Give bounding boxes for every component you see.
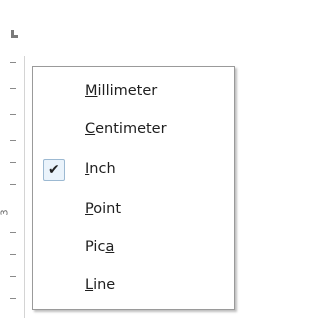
ruler-tick	[10, 62, 16, 63]
menu-item-label: Point	[85, 201, 121, 217]
ruler-tick	[10, 276, 16, 277]
label-rest: ine	[93, 277, 116, 293]
menu-item-centimeter[interactable]: Centimeter	[33, 113, 234, 149]
ruler-number: 3	[0, 209, 11, 216]
menu-item-pica[interactable]: Pica	[33, 231, 234, 267]
ruler-tick	[10, 184, 16, 185]
menu-item-label: Pica	[85, 239, 114, 255]
mnemonic: M	[85, 83, 98, 99]
label-rest: nch	[89, 161, 116, 177]
mnemonic: L	[85, 277, 94, 293]
ruler-tick	[10, 254, 16, 255]
menu-item-label: Centimeter	[85, 121, 167, 137]
check-icon-box: ✔	[43, 159, 65, 181]
menu-item-inch[interactable]: ✔ Inch	[33, 153, 234, 189]
label-rest: oint	[93, 201, 122, 217]
mnemonic: a	[105, 239, 115, 255]
ruler-tick	[10, 140, 16, 141]
menu-item-point[interactable]: Point	[33, 193, 234, 229]
menu-item-label: Millimeter	[85, 83, 157, 99]
mnemonic: C	[85, 121, 96, 137]
checkmark-icon: ✔	[48, 162, 60, 178]
ruler-tick	[10, 114, 16, 115]
mnemonic: P	[85, 201, 94, 217]
units-context-menu: Millimeter Centimeter ✔ Inch Point Pica …	[32, 66, 235, 310]
vertical-ruler: 3	[0, 56, 25, 318]
menu-item-label: Inch	[85, 161, 116, 177]
ruler-tick	[10, 298, 16, 299]
ruler-tick	[10, 232, 16, 233]
label-rest: illimeter	[97, 83, 158, 99]
menu-item-label: Line	[85, 277, 115, 293]
menu-item-line[interactable]: Line	[33, 269, 234, 305]
ruler-corner-icon	[11, 30, 18, 38]
label-pre: Pic	[85, 239, 106, 255]
menu-item-millimeter[interactable]: Millimeter	[33, 75, 234, 111]
ruler-tick	[10, 162, 16, 163]
label-rest: entimeter	[95, 121, 167, 137]
ruler-tick	[10, 88, 16, 89]
